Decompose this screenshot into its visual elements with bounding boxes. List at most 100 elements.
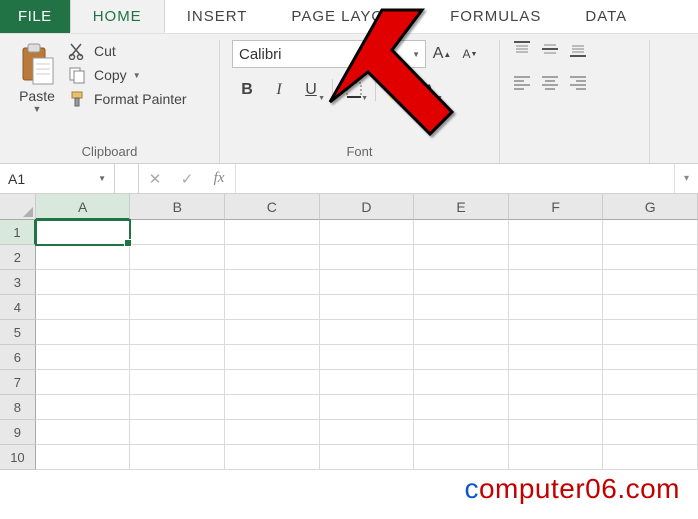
- cell[interactable]: [36, 245, 131, 270]
- cell[interactable]: [603, 270, 698, 295]
- file-tab[interactable]: FILE: [0, 0, 70, 33]
- cell[interactable]: [36, 295, 131, 320]
- cell[interactable]: [509, 420, 604, 445]
- cell[interactable]: [36, 420, 131, 445]
- row-header[interactable]: 10: [0, 445, 36, 470]
- column-header[interactable]: G: [603, 194, 698, 220]
- row-header[interactable]: 9: [0, 420, 36, 445]
- chevron-down-icon[interactable]: ▼: [12, 104, 62, 114]
- cell[interactable]: [36, 445, 131, 470]
- row-header[interactable]: 1: [0, 220, 36, 245]
- cell[interactable]: [414, 370, 509, 395]
- cell[interactable]: [130, 370, 225, 395]
- row-header[interactable]: 3: [0, 270, 36, 295]
- cell[interactable]: [225, 395, 320, 420]
- cell[interactable]: [225, 445, 320, 470]
- column-header[interactable]: C: [225, 194, 320, 220]
- font-size-dropdown[interactable]: ▼: [384, 40, 426, 68]
- column-header[interactable]: F: [509, 194, 604, 220]
- row-header[interactable]: 7: [0, 370, 36, 395]
- font-name-dropdown[interactable]: Calibri ▼: [232, 40, 380, 68]
- cell[interactable]: [509, 245, 604, 270]
- cell[interactable]: [603, 370, 698, 395]
- increase-font-button[interactable]: A▲: [430, 42, 454, 66]
- select-all-corner[interactable]: [0, 194, 36, 220]
- cell[interactable]: [225, 420, 320, 445]
- cell[interactable]: [509, 295, 604, 320]
- font-color-button[interactable]: A ▼: [414, 76, 444, 104]
- cell[interactable]: [320, 295, 415, 320]
- cell[interactable]: [320, 270, 415, 295]
- row-header[interactable]: 2: [0, 245, 36, 270]
- cell[interactable]: [414, 245, 509, 270]
- cell[interactable]: [509, 220, 604, 245]
- cell[interactable]: [414, 420, 509, 445]
- tab-pagelayout[interactable]: PAGE LAYOUT: [269, 0, 428, 33]
- enter-button[interactable]: ✓: [171, 170, 203, 188]
- name-box[interactable]: A1 ▼: [0, 164, 115, 193]
- row-header[interactable]: 8: [0, 395, 36, 420]
- decrease-font-button[interactable]: A▼: [458, 42, 482, 66]
- cell[interactable]: [130, 270, 225, 295]
- cell[interactable]: [603, 295, 698, 320]
- cell[interactable]: [320, 420, 415, 445]
- cell[interactable]: [130, 220, 225, 245]
- cell[interactable]: [225, 220, 320, 245]
- cell[interactable]: [36, 345, 131, 370]
- cell[interactable]: [130, 445, 225, 470]
- cell[interactable]: [36, 320, 131, 345]
- cell[interactable]: [225, 295, 320, 320]
- underline-button[interactable]: U▼: [296, 76, 326, 104]
- cell[interactable]: [320, 220, 415, 245]
- paste-button[interactable]: Paste ▼: [12, 40, 62, 114]
- align-middle-button[interactable]: [540, 40, 560, 63]
- cell[interactable]: [130, 395, 225, 420]
- cell[interactable]: [603, 345, 698, 370]
- column-header[interactable]: D: [320, 194, 415, 220]
- cell[interactable]: [225, 370, 320, 395]
- align-right-button[interactable]: [568, 73, 588, 96]
- cell[interactable]: [320, 370, 415, 395]
- cell[interactable]: [130, 420, 225, 445]
- cell[interactable]: [320, 245, 415, 270]
- align-top-button[interactable]: [512, 40, 532, 63]
- column-header[interactable]: A: [36, 194, 131, 220]
- cut-button[interactable]: Cut: [68, 42, 187, 60]
- format-painter-button[interactable]: Format Painter: [68, 90, 187, 108]
- cell[interactable]: [509, 270, 604, 295]
- bold-button[interactable]: B: [232, 76, 262, 104]
- cell[interactable]: [36, 270, 131, 295]
- cell[interactable]: [225, 320, 320, 345]
- italic-button[interactable]: I: [264, 76, 294, 104]
- cell[interactable]: [225, 270, 320, 295]
- expand-formula-bar-button[interactable]: ▾: [674, 164, 698, 193]
- insert-function-button[interactable]: fx: [203, 170, 235, 187]
- fill-color-button[interactable]: ▼: [382, 76, 412, 104]
- cell[interactable]: [414, 220, 509, 245]
- cell[interactable]: [603, 395, 698, 420]
- cell[interactable]: [509, 345, 604, 370]
- column-header[interactable]: E: [414, 194, 509, 220]
- cell[interactable]: [414, 270, 509, 295]
- cell[interactable]: [320, 395, 415, 420]
- align-left-button[interactable]: [512, 73, 532, 96]
- cell[interactable]: [603, 220, 698, 245]
- formula-input[interactable]: [236, 164, 674, 193]
- cell[interactable]: [414, 445, 509, 470]
- tab-data[interactable]: DATA: [563, 0, 649, 33]
- column-header[interactable]: B: [130, 194, 225, 220]
- cell[interactable]: [509, 370, 604, 395]
- tab-formulas[interactable]: FORMULAS: [428, 0, 563, 33]
- cell[interactable]: [130, 345, 225, 370]
- align-center-button[interactable]: [540, 73, 560, 96]
- cell[interactable]: [225, 345, 320, 370]
- cell[interactable]: [414, 320, 509, 345]
- cell[interactable]: [603, 245, 698, 270]
- tab-home[interactable]: HOME: [70, 0, 165, 33]
- cell[interactable]: [320, 445, 415, 470]
- cell[interactable]: [414, 295, 509, 320]
- cell[interactable]: [414, 395, 509, 420]
- cell[interactable]: [603, 320, 698, 345]
- cell[interactable]: [320, 345, 415, 370]
- cell[interactable]: [36, 220, 131, 245]
